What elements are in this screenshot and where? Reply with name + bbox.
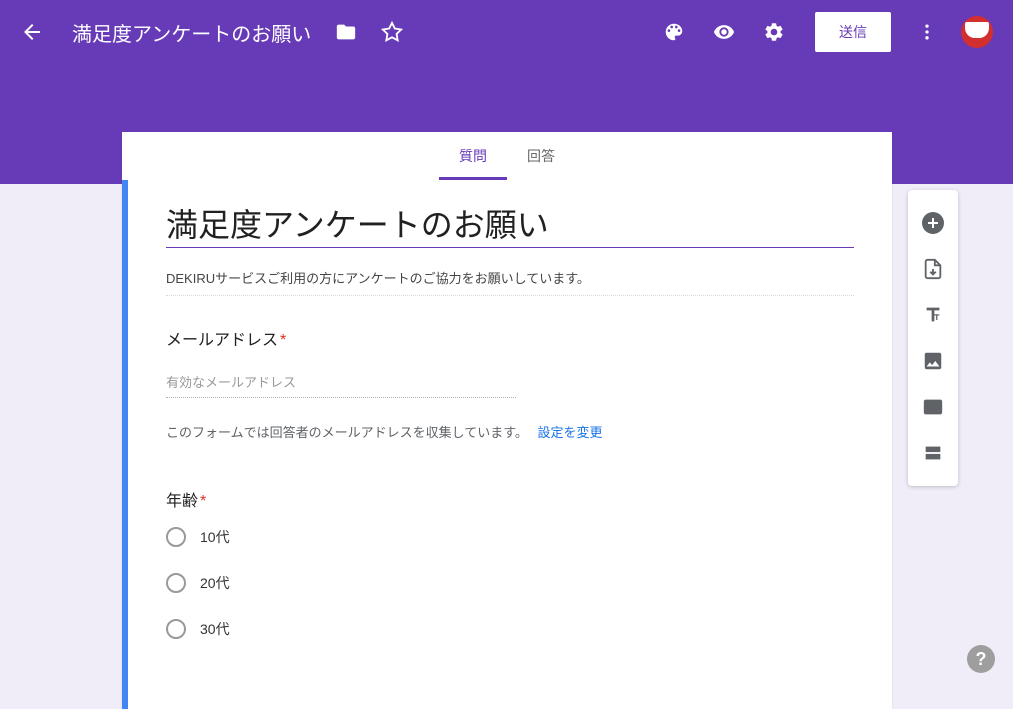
folder-icon[interactable] [335,21,357,43]
required-indicator: * [280,332,286,349]
form-editor-card: 質問 回答 DEKIRUサービスご利用の方にアンケートのご協力をお願いしています… [122,132,892,709]
radio-label: 30代 [200,619,230,639]
user-avatar[interactable] [961,16,993,48]
form-body: DEKIRUサービスご利用の方にアンケートのご協力をお願いしています。 メールア… [122,180,892,709]
settings-icon[interactable] [763,21,785,43]
form-description[interactable]: DEKIRUサービスご利用の方にアンケートのご協力をお願いしています。 [166,268,854,296]
change-settings-link[interactable]: 設定を変更 [538,425,603,440]
age-question: 年齢* 10代 20代 30代 [166,487,854,639]
radio-option[interactable]: 10代 [166,527,854,547]
email-question: メールアドレス* 有効なメールアドレス このフォームでは回答者のメールアドレスを… [166,326,854,441]
email-note-text: このフォームでは回答者のメールアドレスを収集しています。 [166,425,528,440]
star-icon[interactable] [381,21,403,43]
add-video-icon[interactable] [920,394,946,420]
age-label-text: 年齢 [166,493,198,510]
header-form-title[interactable]: 満足度アンケートのお願い [72,18,311,47]
back-arrow-icon[interactable] [20,20,44,44]
header-bar: 満足度アンケートのお願い 送信 [0,0,1013,64]
question-toolbar [908,190,958,486]
send-button[interactable]: 送信 [815,12,891,52]
form-tabs: 質問 回答 [122,132,892,180]
email-collect-note: このフォームでは回答者のメールアドレスを収集しています。 設定を変更 [166,422,854,441]
email-placeholder: 有効なメールアドレス [166,366,516,398]
preview-icon[interactable] [713,21,735,43]
help-icon[interactable]: ? [967,645,995,673]
add-section-icon[interactable] [920,440,946,466]
tab-responses[interactable]: 回答 [507,132,575,180]
radio-option[interactable]: 20代 [166,573,854,593]
import-questions-icon[interactable] [920,256,946,282]
email-label-text: メールアドレス [166,332,278,349]
radio-icon [166,619,186,639]
radio-label: 20代 [200,573,230,593]
add-title-icon[interactable] [920,302,946,328]
radio-icon [166,527,186,547]
add-image-icon[interactable] [920,348,946,374]
add-question-icon[interactable] [920,210,946,236]
form-title-input[interactable] [166,204,854,248]
more-icon[interactable] [917,22,937,42]
email-label: メールアドレス* [166,326,854,350]
required-indicator: * [200,493,206,510]
age-label: 年齢* [166,487,854,511]
radio-icon [166,573,186,593]
tab-questions[interactable]: 質問 [439,132,507,180]
radio-option[interactable]: 30代 [166,619,854,639]
radio-label: 10代 [200,527,230,547]
palette-icon[interactable] [663,21,685,43]
